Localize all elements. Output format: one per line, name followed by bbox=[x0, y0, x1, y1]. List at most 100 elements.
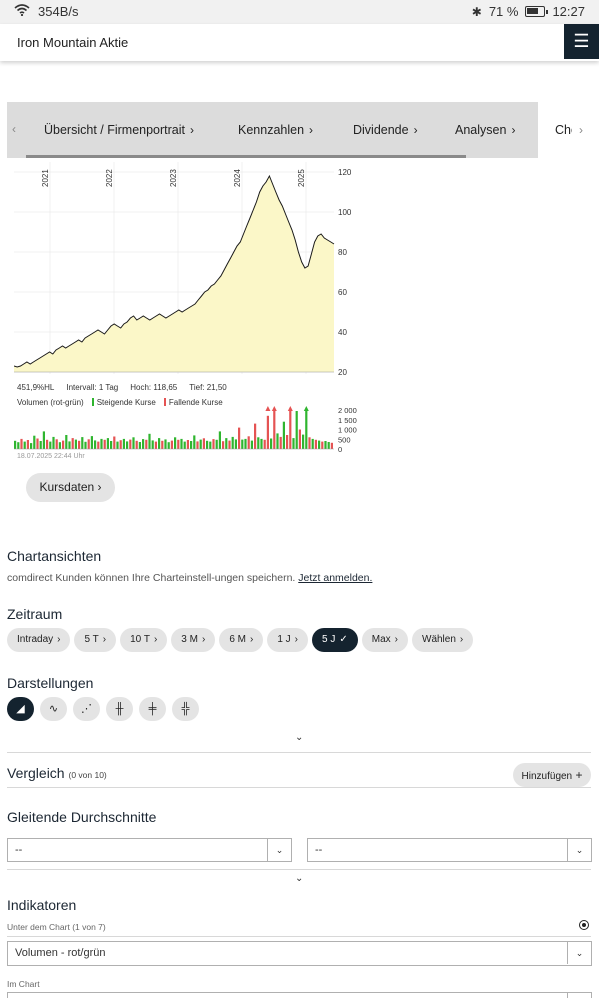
zeitraum-chip-wählen[interactable]: Wählen › bbox=[412, 628, 474, 652]
chevron-down-icon: ⌄ bbox=[567, 942, 591, 964]
y-tick-label: 60 bbox=[338, 288, 347, 297]
indikatoren-heading: Indikatoren bbox=[7, 897, 77, 913]
chip-label: 6 M bbox=[229, 634, 246, 645]
target-icon[interactable] bbox=[579, 920, 589, 930]
volume-bar bbox=[302, 434, 305, 449]
volume-bar bbox=[81, 437, 84, 449]
chevron-right-icon: › bbox=[394, 634, 398, 645]
volume-bar bbox=[30, 443, 33, 449]
line-chart-icon[interactable]: ∿ bbox=[40, 697, 67, 721]
login-link[interactable]: Jetzt anmelden. bbox=[298, 572, 372, 584]
legend-rising-label: Steigende Kurse bbox=[96, 398, 156, 407]
price-area bbox=[14, 176, 334, 372]
chevron-down-icon: ⌄ bbox=[567, 839, 591, 861]
menu-button[interactable]: ☰ bbox=[564, 24, 599, 59]
tab-dividende[interactable]: Dividende › bbox=[353, 123, 418, 137]
volume-bar bbox=[52, 436, 55, 449]
point-line-chart-icon[interactable]: ⋰ bbox=[73, 697, 100, 721]
y-tick-label: 20 bbox=[338, 368, 347, 377]
volume-bar bbox=[106, 438, 109, 449]
tab-uebersicht[interactable]: Übersicht / Firmenportrait › bbox=[44, 123, 194, 137]
vergleich-title: Vergleich bbox=[7, 765, 65, 781]
x-tick-label: 2025 bbox=[297, 169, 306, 187]
candlestick-chart-icon[interactable]: ╬ bbox=[172, 697, 199, 721]
volume-bar bbox=[36, 438, 39, 449]
volume-bar bbox=[33, 435, 36, 449]
volume-bar bbox=[196, 441, 199, 449]
zeitraum-options: Intraday › 5 T › 10 T › 3 M › 6 M › 1 J › 5 J ✓ Max › Wä… bbox=[7, 628, 474, 652]
legend-falling: Fallende Kurse bbox=[163, 398, 223, 407]
moving-average-select-1[interactable]: -- ⌄ bbox=[7, 838, 292, 862]
zeitraum-chip-max[interactable]: Max › bbox=[361, 628, 408, 652]
volume-bar bbox=[202, 438, 205, 449]
volume-bar bbox=[119, 440, 122, 449]
x-tick-label: 2021 bbox=[41, 169, 50, 187]
under-chart-label: Unter dem Chart (1 von 7) bbox=[7, 922, 106, 932]
volume-bar bbox=[58, 442, 61, 449]
zeitraum-chip-5-t[interactable]: 5 T › bbox=[74, 628, 117, 652]
moving-average-select-2[interactable]: -- ⌄ bbox=[307, 838, 592, 862]
zeitraum-chip-intraday[interactable]: Intraday › bbox=[7, 628, 71, 652]
price-chart[interactable]: 120100806040202021 2022 2023 2024 20252 0001… bbox=[14, 162, 364, 458]
add-comparison-label: Hinzufügen bbox=[521, 771, 573, 782]
volume-bar bbox=[183, 441, 186, 449]
volume-bar bbox=[164, 439, 167, 449]
expand-chevron-icon[interactable]: ⌄ bbox=[295, 732, 303, 743]
volume-bar bbox=[222, 441, 225, 449]
volume-bar bbox=[279, 436, 282, 449]
chevron-right-icon: › bbox=[102, 634, 107, 645]
ohlc-chart-icon[interactable]: ╫ bbox=[106, 697, 133, 721]
select-value: -- bbox=[315, 844, 323, 856]
volume-bar bbox=[250, 440, 253, 449]
volume-bar bbox=[87, 439, 90, 450]
volume-y-tick: 2 000 bbox=[338, 406, 357, 415]
zeitraum-chip-5-j[interactable]: 5 J ✓ bbox=[312, 628, 358, 652]
indicator-select[interactable]: Volumen - rot/grün ⌄ bbox=[7, 941, 592, 966]
clock: 12:27 bbox=[552, 4, 585, 19]
tab-analysen[interactable]: Analysen › bbox=[455, 123, 515, 137]
chevron-right-icon: › bbox=[294, 634, 299, 645]
y-tick-label: 80 bbox=[338, 248, 347, 257]
divider bbox=[7, 936, 591, 937]
volume-overflow-arrow-icon bbox=[271, 406, 277, 411]
chip-label: Wählen bbox=[422, 634, 456, 645]
volume-bar bbox=[180, 438, 183, 449]
select-value: Volumen - rot/grün bbox=[15, 947, 106, 959]
chevron-right-icon: › bbox=[249, 634, 254, 645]
chip-label: 10 T bbox=[130, 634, 150, 645]
area-chart-icon[interactable]: ◢ bbox=[7, 697, 34, 721]
zeitraum-chip-1-j[interactable]: 1 J › bbox=[267, 628, 309, 652]
chevron-right-icon: › bbox=[190, 123, 195, 137]
volume-bar bbox=[68, 441, 71, 449]
volume-bar bbox=[324, 441, 327, 449]
volume-bar bbox=[174, 437, 177, 449]
bar-chart-icon[interactable]: ╪ bbox=[139, 697, 166, 721]
zeitraum-chip-10-t[interactable]: 10 T › bbox=[120, 628, 168, 652]
x-tick-label: 2024 bbox=[233, 169, 242, 187]
volume-y-tick: 0 bbox=[338, 445, 342, 454]
gleitende-heading: Gleitende Durchschnitte bbox=[7, 809, 157, 825]
expand-chevron-icon[interactable]: ⌄ bbox=[295, 873, 303, 884]
volume-bar bbox=[193, 435, 196, 449]
volume-bar bbox=[142, 439, 145, 449]
chip-label: Max bbox=[371, 634, 391, 645]
volume-bar bbox=[206, 440, 209, 449]
volume-bar bbox=[62, 440, 65, 449]
tab-kennzahlen[interactable]: Kennzahlen › bbox=[238, 123, 313, 137]
chevron-right-icon: › bbox=[57, 634, 61, 645]
in-chart-label: Im Chart bbox=[7, 979, 40, 989]
kursdaten-button[interactable]: Kursdaten › bbox=[26, 473, 115, 502]
volume-bar bbox=[295, 411, 298, 449]
volume-bar bbox=[209, 441, 212, 449]
in-chart-indicator-select[interactable]: ⌄ bbox=[7, 992, 592, 998]
add-comparison-button[interactable]: Hinzufügen + bbox=[513, 763, 591, 787]
tab-scroll-right-icon[interactable]: › bbox=[572, 102, 590, 158]
volume-bar bbox=[122, 438, 125, 449]
chart-high: Hoch: 118,65 bbox=[130, 383, 178, 392]
volume-bar bbox=[97, 441, 100, 449]
tab-scroll-left-icon[interactable]: ‹ bbox=[12, 122, 16, 136]
volume-bar bbox=[247, 436, 250, 449]
zeitraum-chip-3-m[interactable]: 3 M › bbox=[171, 628, 216, 652]
zeitraum-chip-6-m[interactable]: 6 M › bbox=[219, 628, 264, 652]
divider bbox=[7, 752, 591, 753]
